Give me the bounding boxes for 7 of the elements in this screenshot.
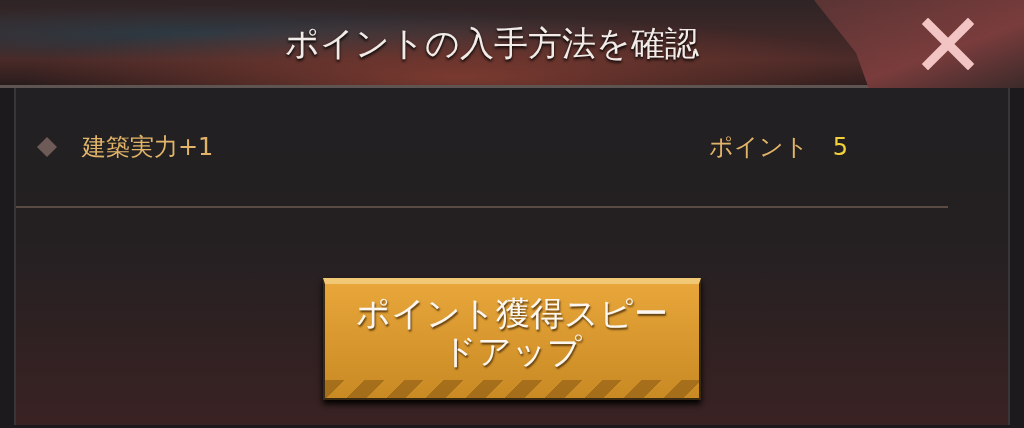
row-label: 建築実力+1 <box>82 132 214 163</box>
points-label: ポイント <box>708 132 809 163</box>
points-value: 5 <box>832 132 848 163</box>
speed-up-button[interactable]: ポイント獲得スピードアップ <box>323 278 701 400</box>
close-icon[interactable] <box>922 18 974 70</box>
diamond-icon <box>36 136 58 158</box>
window-title: ポイントの入手方法を確認 <box>285 25 699 60</box>
